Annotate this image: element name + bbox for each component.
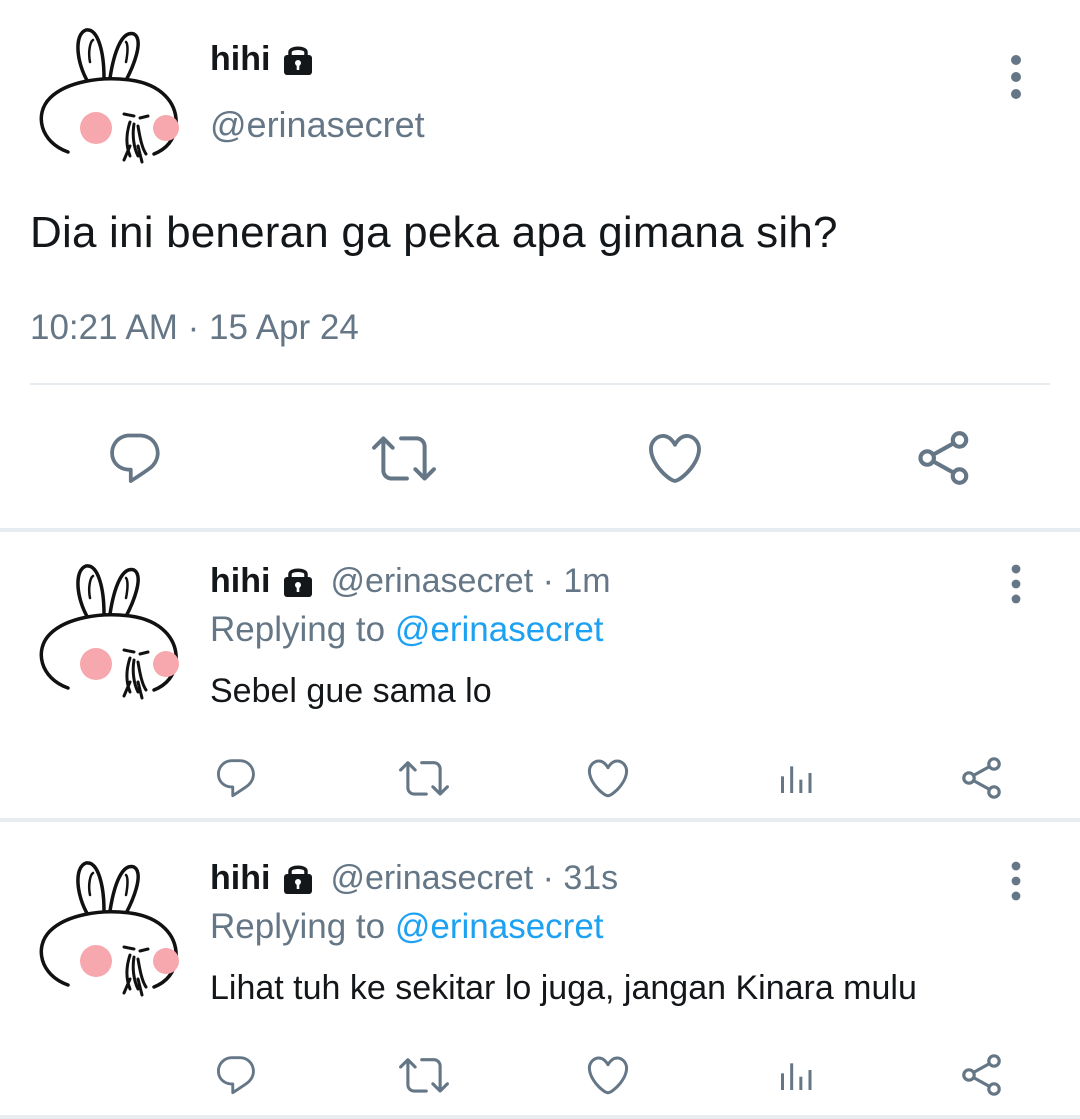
divider — [30, 383, 1050, 385]
mention-link[interactable]: @erinasecret — [395, 907, 604, 946]
like-icon[interactable] — [637, 420, 713, 496]
reply-icon[interactable] — [206, 750, 266, 806]
more-vertical-icon[interactable] — [1000, 562, 1032, 606]
analytics-icon[interactable] — [766, 750, 826, 806]
reply-tweet[interactable]: hihi @erinasecret · 31s Replying to @eri… — [0, 835, 1080, 1117]
reply-actions — [0, 1047, 1080, 1103]
replying-to: Replying to @erinasecret — [210, 610, 604, 650]
tweet-actions — [0, 420, 1080, 496]
reply-text: Sebel gue sama lo — [210, 672, 492, 710]
avatar[interactable] — [30, 22, 180, 182]
reply-icon[interactable] — [97, 420, 173, 496]
display-name[interactable]: hihi — [210, 40, 270, 79]
mention-link[interactable]: @erinasecret — [395, 610, 604, 649]
main-tweet: hihi @erinasecret Dia ini beneran ga pek… — [0, 0, 1080, 530]
handle-and-time[interactable]: @erinasecret · 1m — [330, 562, 610, 601]
reply-header: hihi @erinasecret · 1m — [210, 562, 611, 601]
tweet-timestamp[interactable]: 10:21 AM · 15 Apr 24 — [30, 308, 359, 348]
avatar[interactable] — [30, 855, 180, 1015]
more-vertical-icon[interactable] — [1000, 52, 1032, 102]
avatar[interactable] — [30, 558, 180, 718]
lock-icon — [280, 564, 316, 600]
reply-text: Lihat tuh ke sekitar lo juga, jangan Kin… — [210, 969, 917, 1007]
separator — [0, 528, 1080, 532]
more-vertical-icon[interactable] — [1000, 859, 1032, 903]
like-icon[interactable] — [578, 1047, 638, 1103]
handle[interactable]: @erinasecret — [210, 104, 425, 146]
separator — [0, 1115, 1080, 1119]
retweet-icon[interactable] — [394, 750, 454, 806]
share-icon[interactable] — [952, 750, 1012, 806]
display-name[interactable]: hihi — [210, 859, 270, 898]
analytics-icon[interactable] — [766, 1047, 826, 1103]
reply-tweet[interactable]: hihi @erinasecret · 1m Replying to @erin… — [0, 538, 1080, 818]
reply-header: hihi @erinasecret · 31s — [210, 859, 618, 898]
retweet-icon[interactable] — [366, 420, 442, 496]
lock-icon — [280, 861, 316, 897]
retweet-icon[interactable] — [394, 1047, 454, 1103]
reply-actions — [0, 750, 1080, 806]
replying-to: Replying to @erinasecret — [210, 907, 604, 947]
separator — [0, 818, 1080, 822]
reply-icon[interactable] — [206, 1047, 266, 1103]
replying-prefix: Replying to — [210, 610, 386, 649]
handle-and-time[interactable]: @erinasecret · 31s — [330, 859, 618, 898]
like-icon[interactable] — [578, 750, 638, 806]
tweet-text: Dia ini beneran ga peka apa gimana sih? — [30, 208, 838, 257]
share-icon[interactable] — [952, 1047, 1012, 1103]
lock-icon — [280, 42, 316, 78]
author-name-row[interactable]: hihi — [210, 40, 316, 79]
display-name[interactable]: hihi — [210, 562, 270, 601]
replying-prefix: Replying to — [210, 907, 386, 946]
share-icon[interactable] — [906, 420, 982, 496]
